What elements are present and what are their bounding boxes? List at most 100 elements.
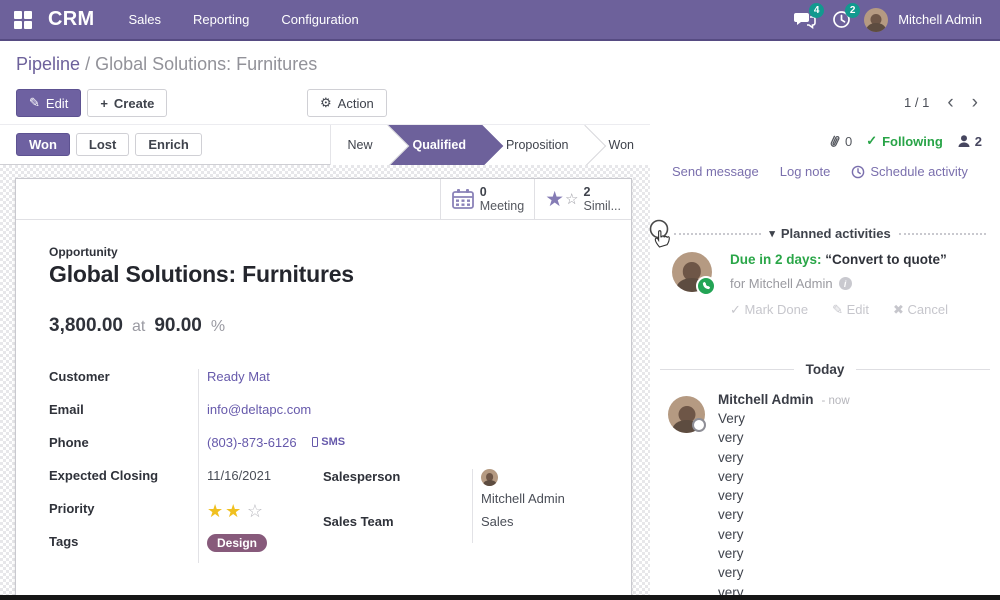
edit-button[interactable]: ✎ Edit bbox=[16, 89, 81, 117]
priority-row: Priority ★★ ☆ bbox=[49, 499, 349, 532]
message-line: very bbox=[718, 428, 990, 447]
mark-done-button[interactable]: ✓ Mark Done bbox=[730, 302, 808, 318]
breadcrumb-current: Global Solutions: Furnitures bbox=[95, 54, 317, 74]
app-brand[interactable]: CRM bbox=[48, 8, 94, 31]
message-line: very bbox=[718, 505, 990, 524]
calendar-icon bbox=[451, 188, 475, 210]
log-note-button[interactable]: Log note bbox=[780, 164, 831, 179]
control-panel: Pipeline / Global Solutions: Furnitures … bbox=[0, 43, 1000, 124]
phone-value[interactable]: (803)-873-6126 bbox=[207, 435, 297, 450]
person-icon bbox=[957, 134, 971, 148]
action-button[interactable]: ⚙ Action bbox=[307, 89, 387, 117]
apps-menu-icon[interactable] bbox=[14, 11, 32, 29]
follower-count: 2 bbox=[975, 134, 982, 149]
opportunity-title: Global Solutions: Furnitures bbox=[49, 261, 354, 288]
messages-icon[interactable]: 4 bbox=[792, 7, 818, 33]
plus-icon: + bbox=[100, 96, 108, 111]
customer-row: Customer Ready Mat bbox=[49, 367, 349, 400]
user-avatar[interactable] bbox=[864, 8, 888, 32]
activity-edit-button[interactable]: ✎ Edit bbox=[832, 302, 869, 318]
sms-button[interactable]: SMS bbox=[312, 436, 345, 448]
top-navbar: CRM Sales Reporting Configuration 4 2 bbox=[0, 0, 1000, 41]
mobile-phone-icon bbox=[312, 437, 318, 447]
followers-button[interactable]: 2 bbox=[957, 134, 982, 149]
dotted-line bbox=[899, 233, 986, 235]
field-group-left: Customer Ready Mat Email info@deltapc.co… bbox=[49, 367, 349, 565]
priority-star-empty[interactable]: ☆ bbox=[247, 501, 263, 521]
customer-value[interactable]: Ready Mat bbox=[207, 367, 270, 384]
message-type-badge-icon bbox=[692, 418, 706, 432]
message-line: very bbox=[718, 486, 990, 505]
pencil-icon: ✎ bbox=[29, 95, 40, 111]
activity-due-date: Due in 2 days: bbox=[730, 252, 822, 267]
salesperson-value[interactable]: Mitchell Admin bbox=[481, 491, 565, 506]
similar-count: 2 bbox=[584, 185, 622, 199]
chatter-message: Mitchell Admin - now Veryveryveryveryver… bbox=[668, 392, 990, 600]
menu-sales[interactable]: Sales bbox=[128, 12, 161, 27]
tags-label: Tags bbox=[49, 532, 198, 549]
sales-team-row: Sales Team Sales bbox=[323, 512, 623, 545]
activity-cancel-button[interactable]: ✖ Cancel bbox=[893, 302, 948, 318]
dotted-line bbox=[674, 233, 761, 235]
send-message-button[interactable]: Send message bbox=[672, 164, 759, 179]
pager-previous-icon[interactable]: ‹ bbox=[947, 93, 953, 112]
messages-badge: 4 bbox=[809, 3, 824, 18]
message-line: very bbox=[718, 525, 990, 544]
meeting-count: 0 bbox=[480, 185, 524, 199]
menu-configuration[interactable]: Configuration bbox=[281, 12, 358, 27]
email-label: Email bbox=[49, 400, 198, 417]
mouse-cursor bbox=[649, 219, 675, 254]
activities-icon[interactable]: 2 bbox=[828, 7, 854, 33]
similar-leads-stat-button[interactable]: ★ ☆ 2 Simil... bbox=[534, 179, 631, 219]
user-name[interactable]: Mitchell Admin bbox=[898, 12, 982, 27]
form-statusbar: Won Lost Enrich New Qualified Propositio… bbox=[0, 124, 650, 165]
priority-stars-filled[interactable]: ★★ bbox=[207, 501, 243, 521]
paperclip-icon bbox=[825, 131, 844, 151]
email-row: Email info@deltapc.com bbox=[49, 400, 349, 433]
attachment-count: 0 bbox=[845, 134, 852, 149]
breadcrumb-pipeline[interactable]: Pipeline bbox=[16, 54, 80, 74]
activity-assignee: for Mitchell Admin bbox=[730, 276, 833, 291]
planned-activities-header[interactable]: ▾ Planned activities bbox=[674, 226, 986, 241]
pager-next-icon[interactable]: › bbox=[972, 93, 978, 112]
schedule-activity-button[interactable]: Schedule activity bbox=[851, 164, 968, 179]
stage-pipeline: New Qualified Proposition Won bbox=[330, 125, 650, 165]
create-button[interactable]: + Create bbox=[87, 89, 167, 117]
probability-value: 90.00 bbox=[154, 315, 202, 337]
main-menu: Sales Reporting Configuration bbox=[128, 12, 358, 27]
message-author[interactable]: Mitchell Admin bbox=[718, 392, 814, 407]
attachments-button[interactable]: 0 bbox=[828, 133, 852, 149]
message-line: very bbox=[718, 544, 990, 563]
priority-label: Priority bbox=[49, 499, 198, 516]
pager: 1 / 1 ‹ › bbox=[904, 93, 978, 112]
salesperson-label: Salesperson bbox=[323, 467, 472, 484]
chatter-actions: Send message Log note Schedule activity bbox=[672, 164, 968, 179]
message-line: Very bbox=[718, 409, 990, 428]
info-icon[interactable]: i bbox=[839, 277, 852, 290]
activity-summary: “Convert to quote” bbox=[825, 252, 947, 267]
expected-revenue: 3,800.00 at 90.00 % bbox=[49, 315, 225, 337]
lost-button[interactable]: Lost bbox=[76, 133, 129, 156]
tags-row: Tags Design bbox=[49, 532, 349, 565]
check-icon: ✓ bbox=[866, 133, 877, 149]
sales-team-value[interactable]: Sales bbox=[481, 512, 514, 529]
expected-closing-label: Expected Closing bbox=[49, 466, 198, 483]
expected-closing-row: Expected Closing 11/16/2021 bbox=[49, 466, 349, 499]
activities-badge: 2 bbox=[845, 3, 860, 18]
tag-design[interactable]: Design bbox=[207, 534, 267, 552]
stage-new[interactable]: New bbox=[331, 125, 388, 165]
email-value[interactable]: info@deltapc.com bbox=[207, 400, 311, 417]
pager-count: 1 / 1 bbox=[904, 95, 929, 110]
phone-label: Phone bbox=[49, 433, 198, 450]
message-line: very bbox=[718, 467, 990, 486]
chatter-panel: 0 ✓ Following 2 Send message Log note bbox=[650, 124, 1000, 600]
won-button[interactable]: Won bbox=[16, 133, 70, 156]
menu-reporting[interactable]: Reporting bbox=[193, 12, 249, 27]
activity-item: Due in 2 days: “Convert to quote” for Mi… bbox=[672, 252, 990, 318]
stat-button-strip: 0 Meeting ★ ☆ 2 Simil... bbox=[16, 179, 631, 220]
record-type-label: Opportunity bbox=[49, 245, 118, 259]
enrich-button[interactable]: Enrich bbox=[135, 133, 201, 156]
salesperson-avatar bbox=[481, 469, 498, 486]
meeting-stat-button[interactable]: 0 Meeting bbox=[440, 179, 534, 219]
following-button[interactable]: ✓ Following bbox=[866, 133, 943, 149]
